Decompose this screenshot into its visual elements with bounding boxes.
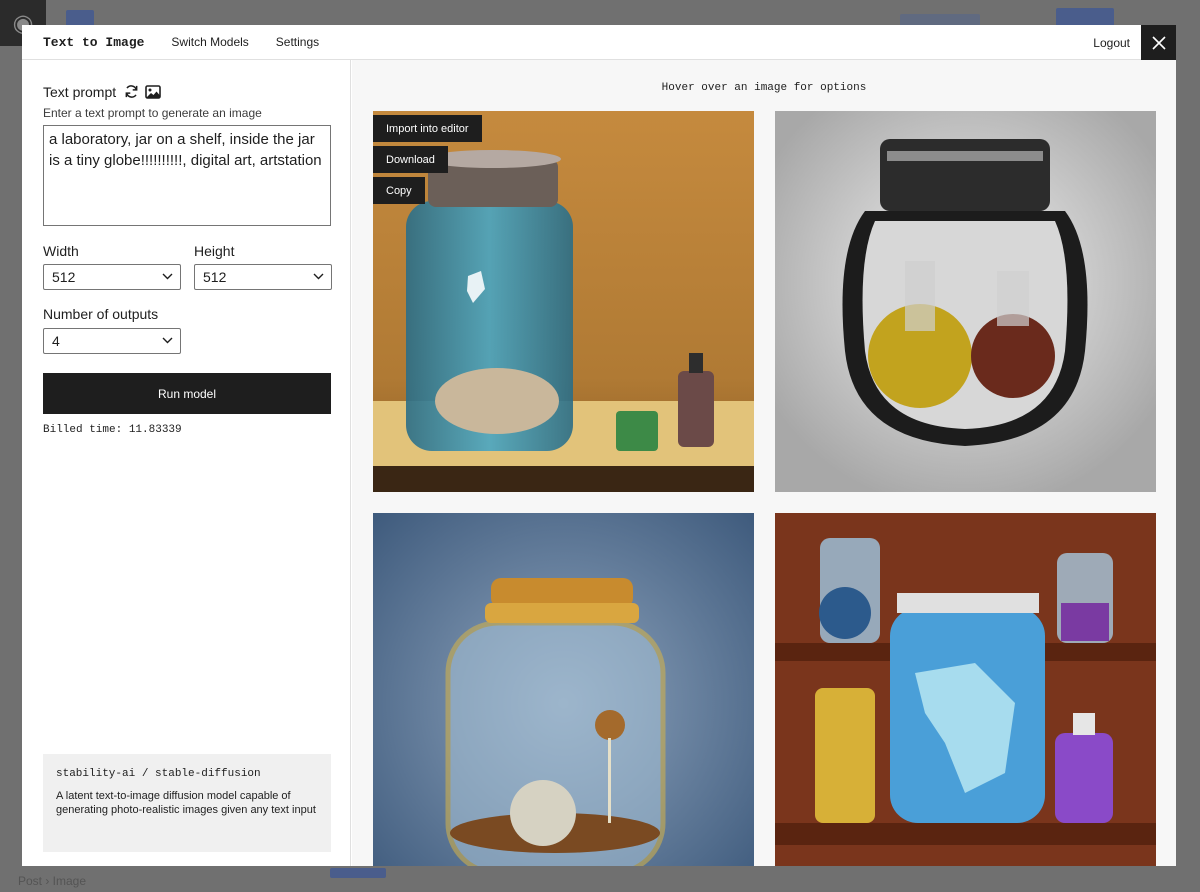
copy-button[interactable]: Copy	[373, 177, 425, 204]
prompt-label-row: Text prompt	[43, 83, 161, 100]
chevron-down-icon	[162, 337, 173, 344]
generated-image-2[interactable]	[775, 111, 1156, 492]
generated-image-1[interactable]: Import into editor Download Copy	[373, 111, 754, 492]
results-panel: Hover over an image for options Import i…	[352, 60, 1176, 866]
settings-link[interactable]: Settings	[276, 35, 319, 49]
generated-image-3[interactable]	[373, 513, 754, 866]
close-icon	[1151, 35, 1166, 50]
switch-models-link[interactable]: Switch Models	[171, 35, 248, 49]
width-label: Width	[43, 243, 79, 259]
download-button[interactable]: Download	[373, 146, 448, 173]
hover-hint: Hover over an image for options	[661, 82, 867, 94]
width-value: 512	[52, 269, 76, 285]
prompt-helper-text: Enter a text prompt to generate an image	[43, 106, 262, 120]
settings-sidebar: Text prompt Enter a text prompt to gener…	[22, 60, 351, 866]
height-select[interactable]: 512	[194, 264, 332, 290]
model-description: A latent text-to-image diffusion model c…	[56, 790, 316, 816]
chevron-down-icon	[162, 273, 173, 280]
chevron-down-icon	[313, 273, 324, 280]
backdrop-breadcrumb: Post › Image	[18, 874, 87, 888]
modal-title: Text to Image	[43, 34, 145, 50]
billed-time: Billed time: 11.83339	[43, 424, 182, 436]
run-model-button[interactable]: Run model	[43, 373, 331, 414]
prompt-textarea[interactable]	[43, 125, 331, 226]
import-into-editor-button[interactable]: Import into editor	[373, 115, 482, 142]
model-info-card: stability-ai / stable-diffusion A latent…	[43, 754, 331, 852]
text-to-image-modal: Text to Image Switch Models Settings Log…	[22, 25, 1176, 866]
generated-image-4[interactable]	[775, 513, 1156, 866]
outputs-label: Number of outputs	[43, 306, 159, 322]
height-label: Height	[194, 243, 235, 259]
close-button[interactable]	[1141, 25, 1176, 60]
outputs-select[interactable]: 4	[43, 328, 181, 354]
backdrop-footer-button	[330, 868, 386, 878]
prompt-label: Text prompt	[43, 83, 117, 100]
refresh-icon[interactable]	[123, 83, 140, 100]
width-select[interactable]: 512	[43, 264, 181, 290]
image-icon[interactable]	[144, 83, 161, 100]
logout-link[interactable]: Logout	[1093, 36, 1130, 50]
modal-header: Text to Image Switch Models Settings Log…	[22, 25, 1176, 60]
model-name: stability-ai / stable-diffusion	[56, 768, 261, 780]
height-value: 512	[203, 269, 227, 285]
outputs-value: 4	[52, 333, 60, 349]
